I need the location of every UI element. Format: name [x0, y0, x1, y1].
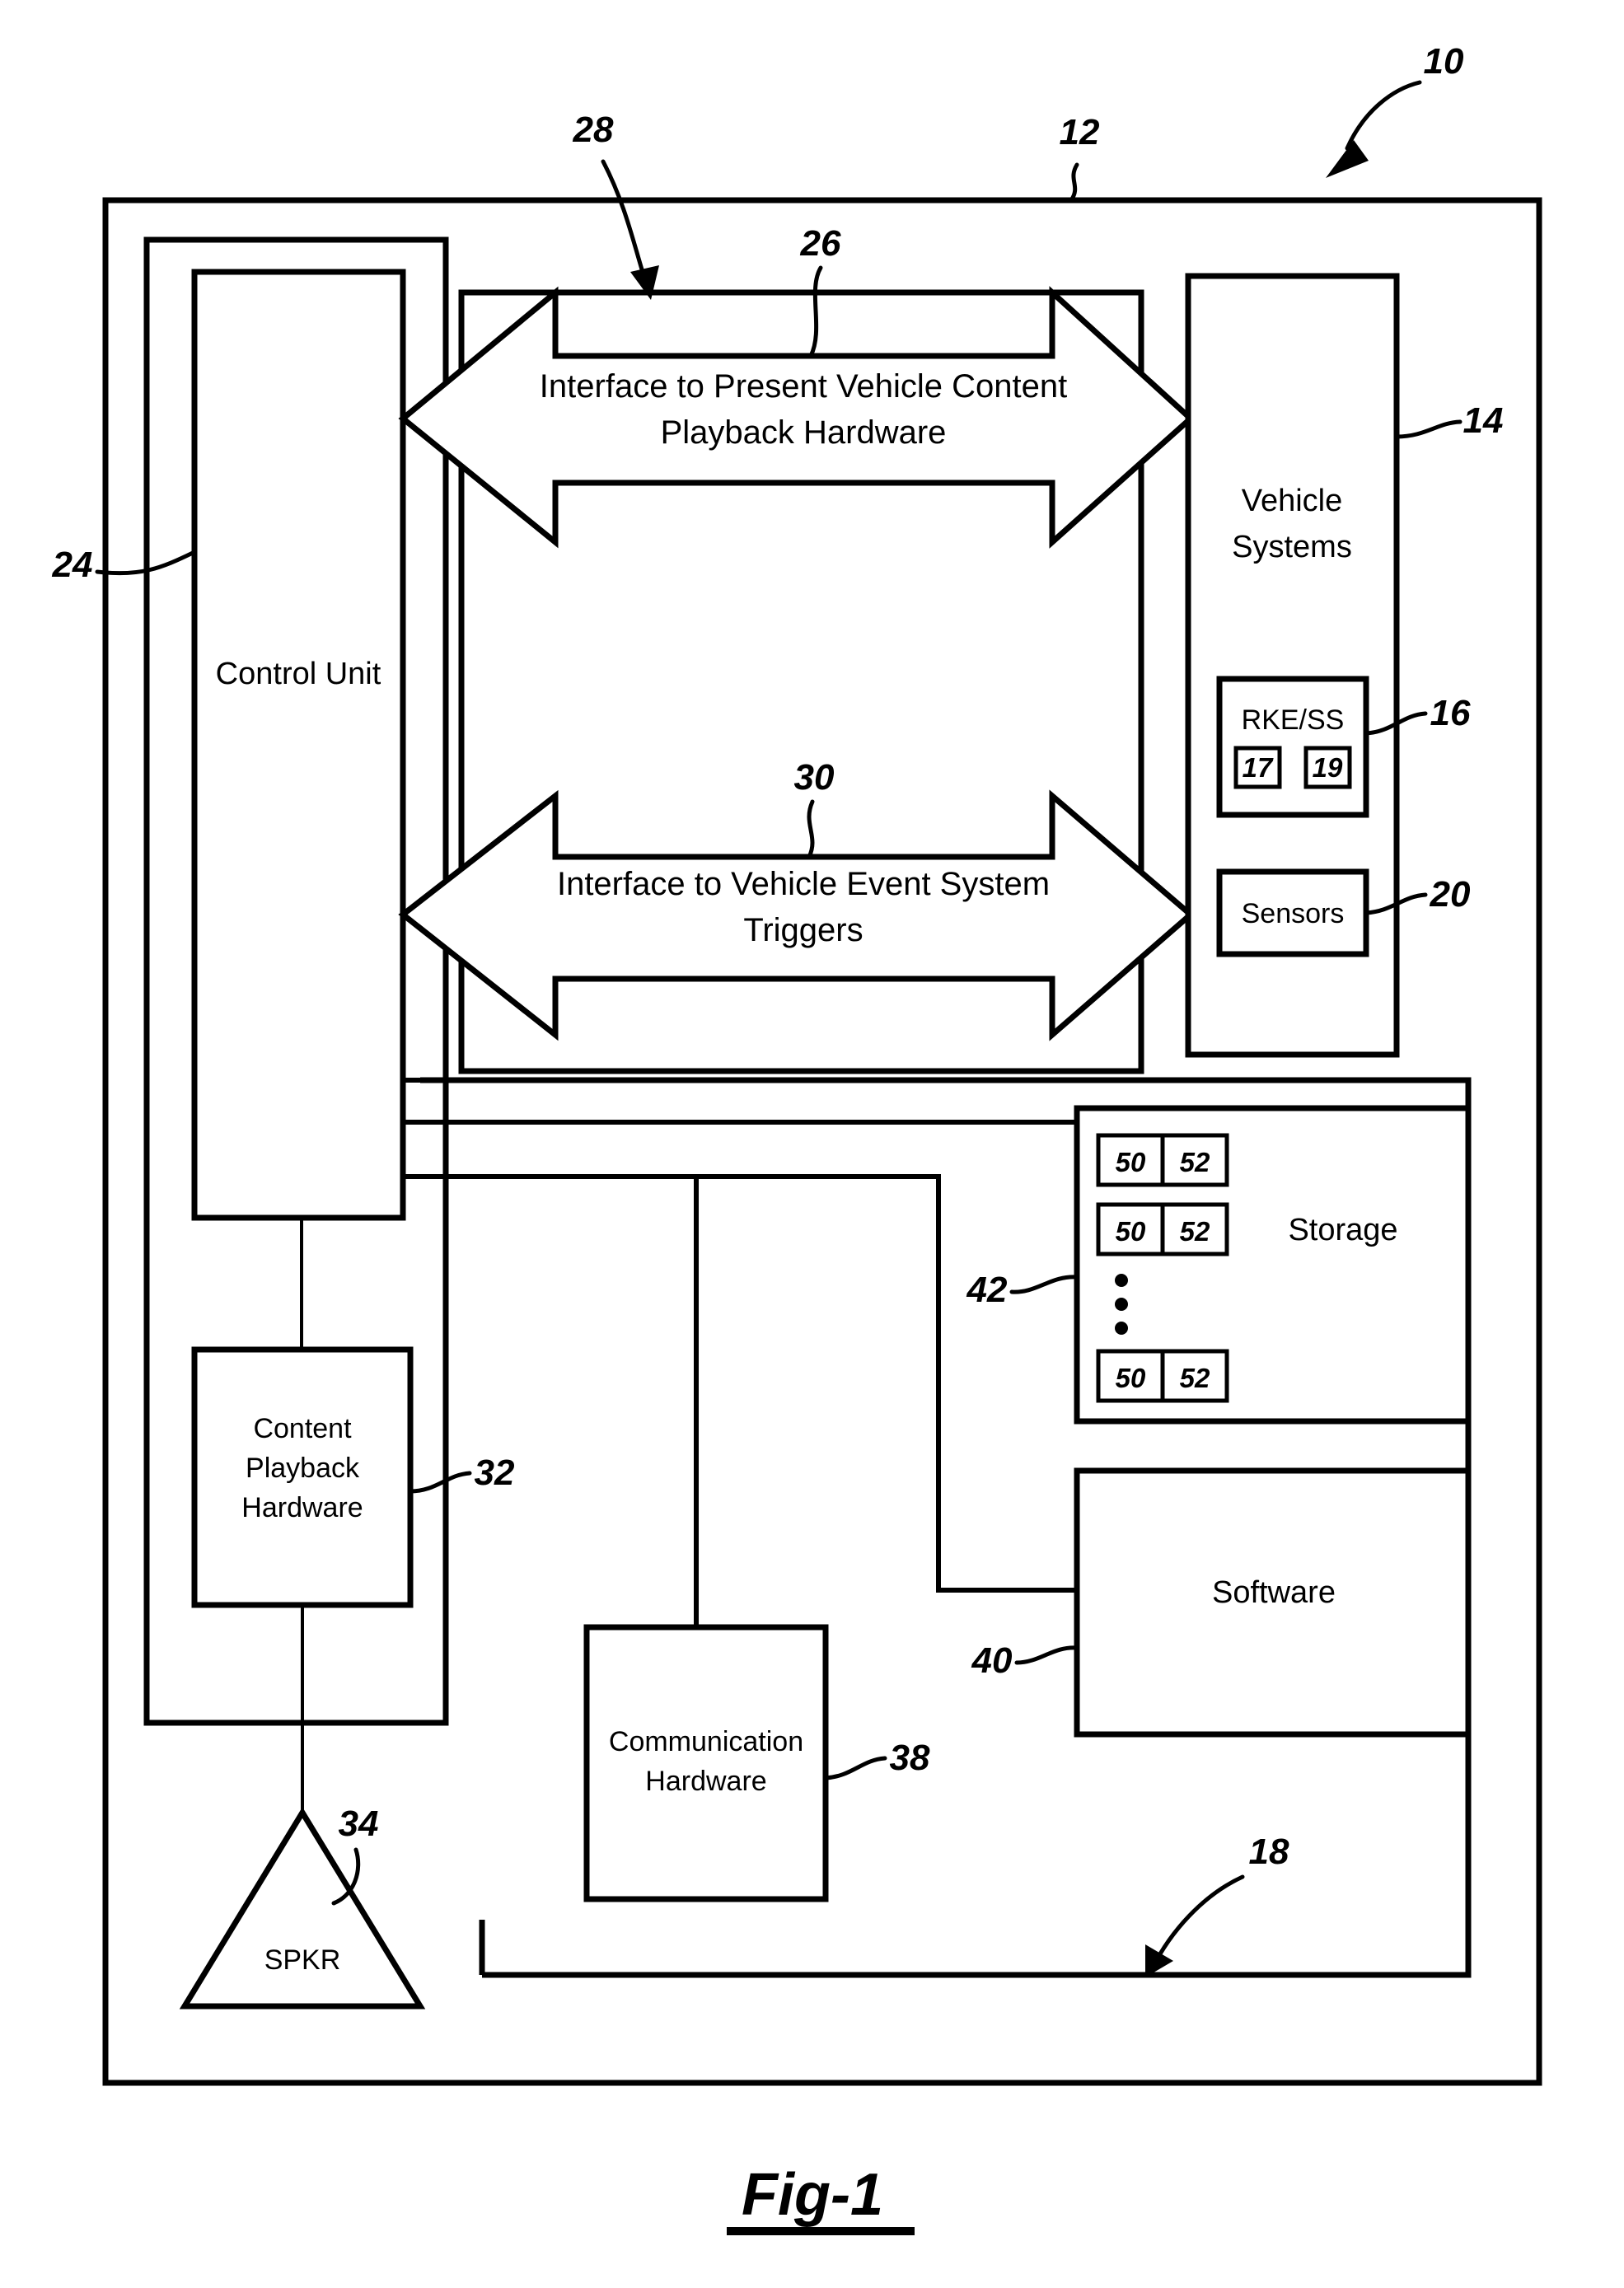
ref-34-label: 34: [339, 1804, 379, 1844]
storage-record-row: 50 52: [1096, 1349, 1229, 1403]
storage-record-field-52: 52: [1180, 1363, 1210, 1393]
ref-14-label: 14: [1463, 400, 1504, 441]
interface-playback-label-line2: Playback Hardware: [661, 414, 947, 451]
storage-label: Storage: [1288, 1213, 1397, 1247]
storage-ellipsis: [1115, 1274, 1128, 1335]
ref-26-leader: [808, 265, 823, 358]
storage-record-row: 50 52: [1096, 1133, 1229, 1187]
storage-record-field-50: 50: [1116, 1363, 1146, 1393]
speaker-triangle: [179, 1807, 426, 2010]
storage-record-field-50: 50: [1116, 1147, 1146, 1177]
ref-16-label: 16: [1430, 693, 1471, 733]
ref-32-label: 32: [475, 1453, 515, 1493]
ref-38-leader: [823, 1756, 887, 1780]
ref-30-leader: [807, 799, 815, 859]
ref-12-label: 12: [1060, 112, 1100, 152]
wire-control-to-software: [403, 1174, 1077, 1593]
ref-10-leader: [1326, 80, 1422, 178]
ref-14-leader: [1394, 419, 1463, 439]
rke-ss-sub-19-label: 19: [1313, 752, 1343, 783]
ref-42-label: 42: [966, 1270, 1008, 1310]
ref-24-label: 24: [52, 545, 93, 585]
content-playback-hardware-label-line1: Content: [253, 1413, 352, 1444]
communication-hardware-label-line1: Communication: [609, 1726, 803, 1757]
rke-ss-sub-17-label: 17: [1243, 752, 1274, 783]
control-unit-box: [191, 269, 406, 1221]
ref-40-label: 40: [971, 1640, 1013, 1681]
vehicle-systems-label-line2: Systems: [1232, 530, 1352, 564]
ref-28-label: 28: [573, 110, 614, 150]
ref-38-label: 38: [890, 1738, 930, 1778]
patent-figure: 10 12 Control Unit 24 Interface to Prese…: [0, 0, 1624, 2288]
communication-hardware-box: [583, 1624, 829, 1902]
ref-12-leader: [1069, 162, 1079, 203]
interface-triggers-label-line2: Triggers: [743, 912, 863, 948]
ref-42-leader: [1009, 1275, 1079, 1294]
interface-playback-label-line1: Interface to Present Vehicle Content: [540, 368, 1067, 405]
communication-hardware-label-line2: Hardware: [645, 1766, 766, 1797]
ref-30-label: 30: [794, 757, 835, 798]
ref-10-label: 10: [1424, 41, 1464, 82]
software-label: Software: [1212, 1575, 1336, 1610]
storage-record-field-52: 52: [1180, 1147, 1210, 1177]
ref-18-leader: [1145, 1874, 1245, 1977]
ref-28-leader: [601, 159, 659, 300]
diagram-canvas: 10 12 Control Unit 24 Interface to Prese…: [52, 41, 1542, 2235]
ref-18-label: 18: [1249, 1832, 1289, 1872]
sensors-label: Sensors: [1242, 898, 1345, 929]
storage-record-field-50: 50: [1116, 1216, 1146, 1247]
vehicle-systems-label-line1: Vehicle: [1242, 484, 1343, 518]
ref-40-leader: [1014, 1645, 1079, 1665]
ref-26-label: 26: [800, 223, 841, 264]
speaker-label: SPKR: [264, 1944, 341, 1976]
content-playback-hardware-label-line2: Playback: [246, 1453, 360, 1484]
interface-triggers-label-line1: Interface to Vehicle Event System: [557, 866, 1050, 902]
figure-caption: Fig-1: [742, 2162, 883, 2228]
ref-32-leader: [408, 1471, 472, 1494]
content-playback-hardware-label-line3: Hardware: [241, 1492, 363, 1523]
storage-record-row: 50 52: [1096, 1202, 1229, 1256]
control-unit-label: Control Unit: [216, 657, 381, 691]
ref-20-label: 20: [1430, 874, 1471, 915]
storage-record-field-52: 52: [1180, 1216, 1210, 1247]
rke-ss-label: RKE/SS: [1242, 704, 1345, 736]
